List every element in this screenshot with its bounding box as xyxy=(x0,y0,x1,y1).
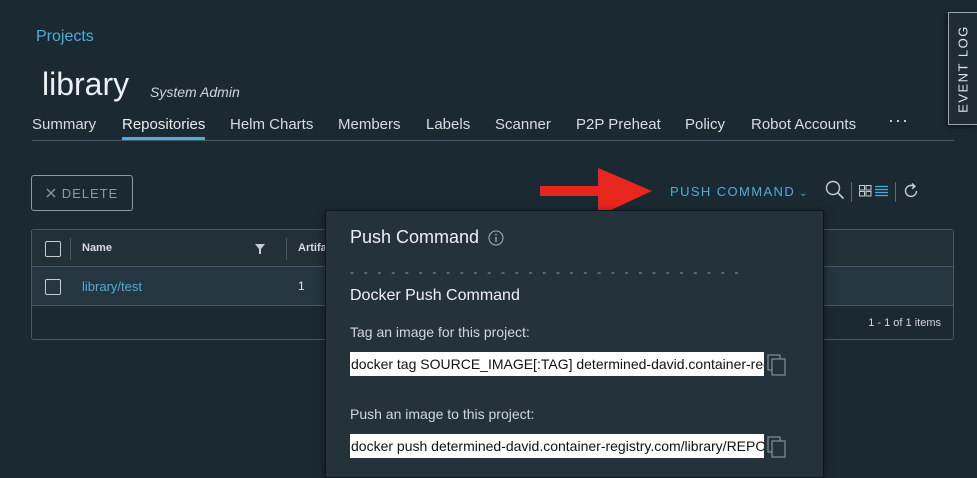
refresh-icon[interactable] xyxy=(902,182,920,200)
tag-command-field[interactable]: docker tag SOURCE_IMAGE[:TAG] determined… xyxy=(350,352,764,376)
event-log-label: EVENT LOG xyxy=(955,24,971,113)
close-icon xyxy=(46,188,56,198)
copy-icon[interactable] xyxy=(767,354,787,376)
push-command-label-text: Push an image to this project: xyxy=(350,406,535,422)
filter-icon[interactable] xyxy=(255,244,265,254)
artifact-count: 1 xyxy=(298,279,305,293)
push-command-dropdown[interactable]: PUSH COMMAND ⌄ xyxy=(670,184,809,199)
role-label: System Admin xyxy=(150,84,240,100)
popover-title: Push Command xyxy=(350,227,480,247)
tag-command-label: Tag an image for this project: xyxy=(350,324,530,340)
tab-policy[interactable]: Policy xyxy=(685,116,725,140)
tab-more-button[interactable]: ··· xyxy=(888,110,909,131)
delete-button[interactable]: DELETE xyxy=(31,175,133,211)
row-checkbox[interactable] xyxy=(45,279,61,295)
page-title: library xyxy=(42,66,130,102)
tab-p2p-preheat[interactable]: P2P Preheat xyxy=(576,116,661,140)
event-log-button[interactable]: EVENT LOG xyxy=(948,12,977,125)
popover-subtitle: Docker Push Command xyxy=(350,287,520,304)
dashed-divider: - - - - - - - - - - - - - - - - - - - - … xyxy=(350,265,742,279)
copy-icon[interactable] xyxy=(767,436,787,458)
toolbar-separator xyxy=(895,182,896,202)
chevron-down-icon: ⌄ xyxy=(799,188,809,199)
toolbar-separator xyxy=(851,182,852,202)
tab-scanner[interactable]: Scanner xyxy=(495,116,551,140)
tab-helm-charts[interactable]: Helm Charts xyxy=(230,116,313,140)
tab-bar: Summary Repositories Helm Charts Members… xyxy=(32,108,954,141)
view-toggle-icon[interactable] xyxy=(859,185,889,197)
pagination-summary: 1 - 1 of 1 items xyxy=(868,317,941,329)
red-arrow-annotation xyxy=(540,168,652,216)
push-command-label: PUSH COMMAND xyxy=(670,184,796,199)
select-all-checkbox[interactable] xyxy=(45,241,61,257)
push-command-popover: Push Command - - - - - - - - - - - - - -… xyxy=(325,210,824,478)
column-divider xyxy=(70,238,71,260)
tab-robot-accounts[interactable]: Robot Accounts xyxy=(751,116,856,140)
breadcrumb-projects[interactable]: Projects xyxy=(36,28,94,46)
push-command-field[interactable]: docker push determined-david.container-r… xyxy=(350,434,764,458)
tab-repositories[interactable]: Repositories xyxy=(122,116,206,140)
tab-summary[interactable]: Summary xyxy=(32,116,96,140)
delete-label: DELETE xyxy=(61,185,119,201)
column-header-artifacts[interactable]: Artifa xyxy=(298,242,327,254)
search-icon[interactable] xyxy=(825,180,845,200)
info-icon[interactable] xyxy=(488,230,504,246)
tab-members[interactable]: Members xyxy=(338,116,401,140)
column-header-name[interactable]: Name xyxy=(82,242,112,254)
repository-name-link[interactable]: library/test xyxy=(82,279,142,294)
tab-labels[interactable]: Labels xyxy=(426,116,470,140)
column-divider xyxy=(286,238,287,260)
